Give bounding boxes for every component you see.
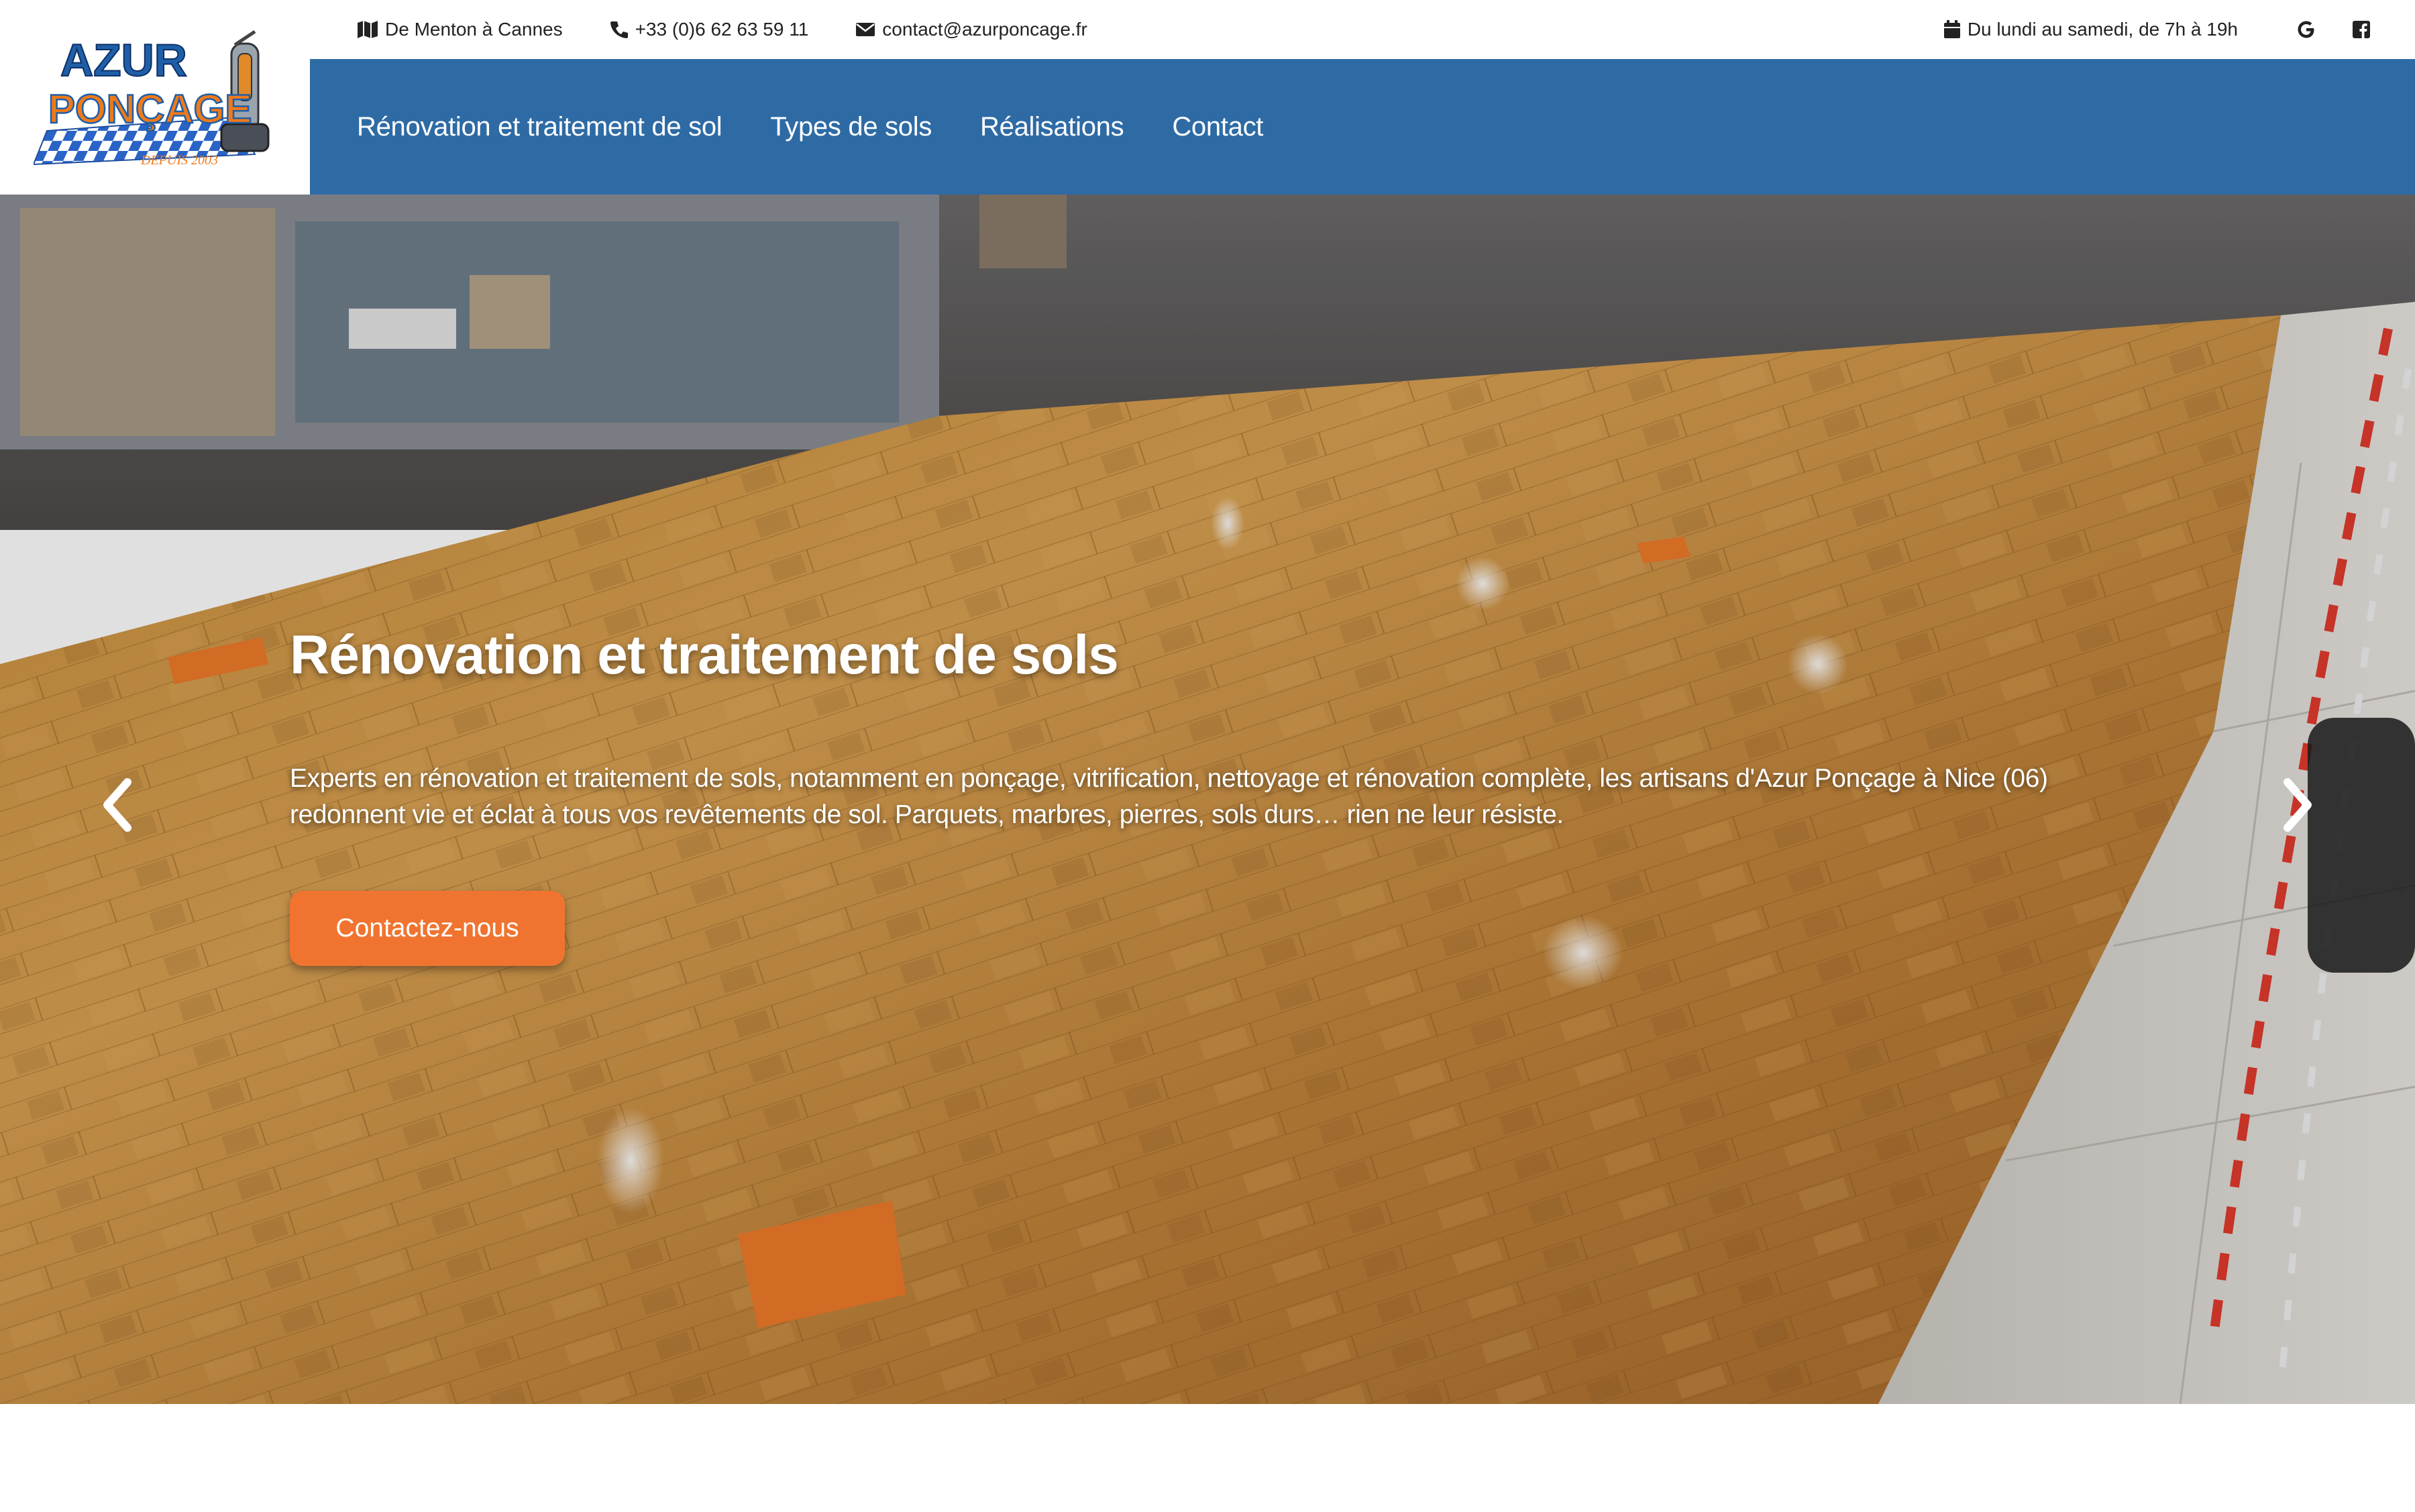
phone-icon [610,21,628,38]
google-link[interactable] [2293,16,2320,43]
nav-item-types-de-sols[interactable]: Types de sols [770,112,932,142]
social-links [2265,16,2375,43]
logo-text-azur: AZUR [60,35,187,86]
service-area: De Menton à Cannes [357,0,563,59]
service-area-text: De Menton à Cannes [385,19,563,40]
main-navigation: Rénovation et traitement de sol Types de… [310,59,2415,195]
nav-item-realisations[interactable]: Réalisations [980,112,1124,142]
hero-slider: Rénovation et traitement de sols Experts… [0,195,2415,1404]
envelope-icon [856,23,875,36]
slider-next-button[interactable] [2267,768,2328,842]
email-address[interactable]: contact@azurponcage.fr [882,19,1087,40]
phone-link[interactable]: +33 (0)6 62 63 59 11 [610,0,809,59]
facebook-icon [2353,21,2370,38]
slider-prev-button[interactable] [87,768,148,842]
opening-hours: Du lundi au samedi, de 7h à 19h [1943,0,2238,59]
page-below-fold [0,1404,2415,1512]
site-header: AZUR PONÇAGE DEPUIS 2003 De Menton à Can… [0,0,2415,195]
chevron-left-icon [103,778,131,832]
calendar-icon [1943,20,1960,38]
hero-title: Rénovation et traitement de sols [290,625,1119,686]
phone-number[interactable]: +33 (0)6 62 63 59 11 [635,19,809,40]
site-logo[interactable]: AZUR PONÇAGE DEPUIS 2003 [32,30,282,171]
logo-text-poncage: PONÇAGE [48,87,252,131]
hero-description: Experts en rénovation et traitement de s… [290,764,2048,829]
contact-us-button[interactable]: Contactez-nous [290,891,565,966]
nav-item-renovation[interactable]: Rénovation et traitement de sol [357,112,722,142]
nav-item-contact[interactable]: Contact [1172,112,1263,142]
facebook-link[interactable] [2348,16,2375,43]
map-icon [358,21,378,38]
chevron-right-icon [2284,778,2312,832]
opening-hours-text: Du lundi au samedi, de 7h à 19h [1967,19,2238,40]
email-link[interactable]: contact@azurponcage.fr [855,0,1087,59]
top-info-bar: De Menton à Cannes +33 (0)6 62 63 59 11 … [310,0,2415,59]
hero-content: Rénovation et traitement de sols Experts… [290,624,2141,966]
logo-text-since: DEPUIS 2003 [140,153,218,168]
google-icon [2298,21,2314,38]
